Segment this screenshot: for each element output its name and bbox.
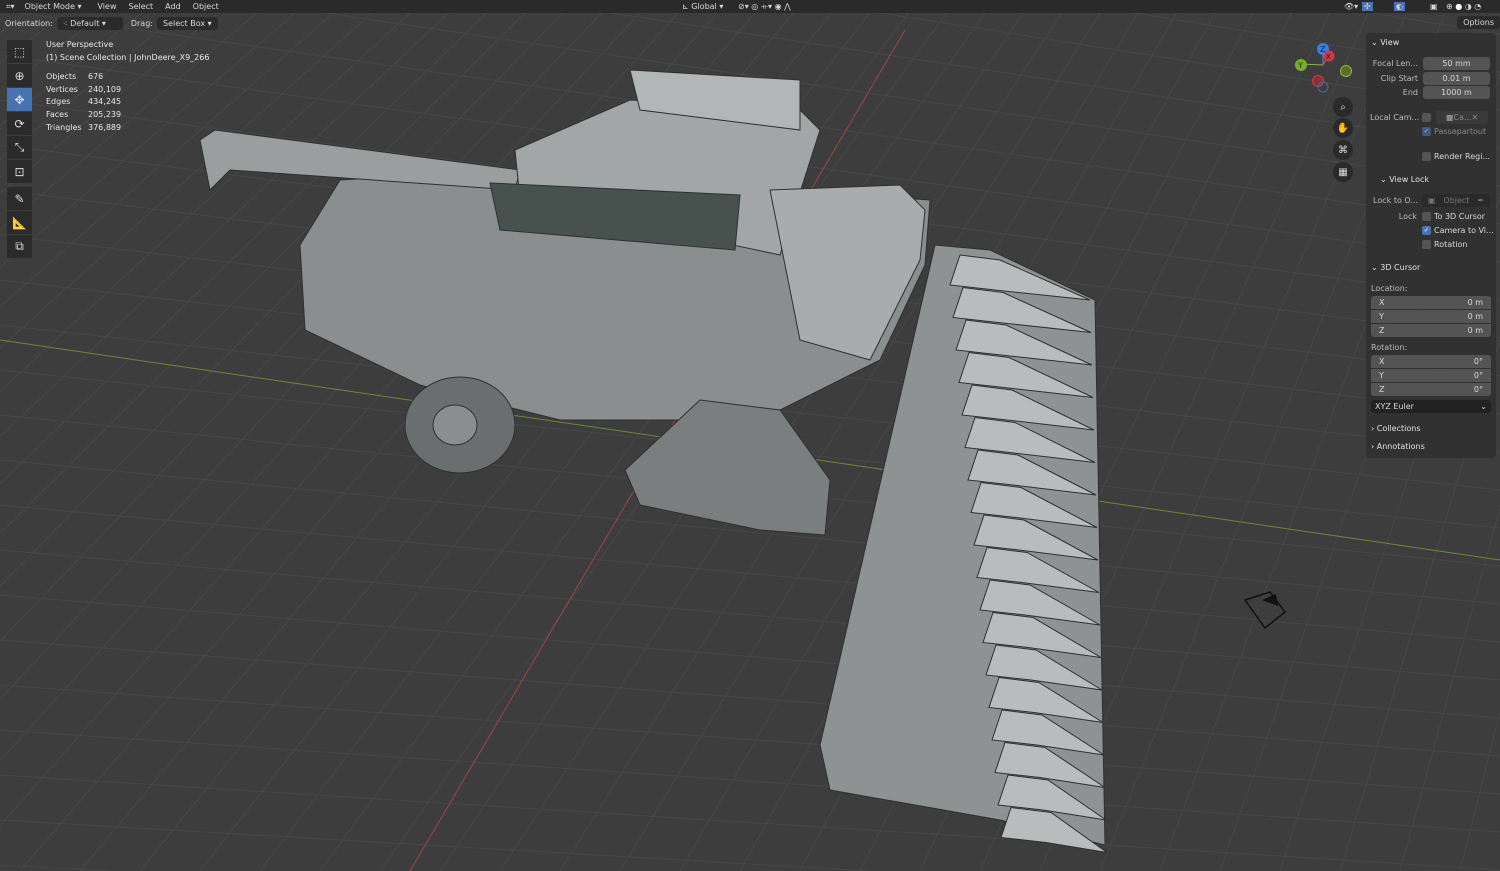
header-bar: ⌗▾ Object Mode ▾ View Select Add Object …	[0, 0, 1500, 13]
menu-add[interactable]: Add	[159, 2, 187, 11]
local-camera-label: Local Cam...	[1370, 113, 1420, 122]
clip-end-field[interactable]: 1000 m	[1423, 86, 1490, 99]
grid-line	[1399, 507, 1500, 871]
orientation-label: Orientation:	[5, 18, 53, 28]
stat-label: Vertices	[46, 84, 78, 94]
stat-label: Triangles	[46, 122, 82, 132]
3d-cursor-header[interactable]: ⌄ 3D Cursor	[1371, 263, 1420, 272]
lock-rotation-label: Rotation	[1434, 240, 1468, 249]
tool-shelf: ⬚ ⊕ ✥ ⟳ ⤡ ⊡ ✎ 📐 ⧉	[7, 40, 33, 259]
visibility-icon[interactable]: 👁▾	[1338, 2, 1364, 11]
cursor-tool-icon[interactable]: ⊕	[7, 64, 32, 87]
grid-line	[0, 774, 1500, 871]
annotate-tool-icon[interactable]: ✎	[7, 187, 32, 210]
cursor-loc-z-field[interactable]: Z0 m	[1371, 324, 1491, 337]
menu-view[interactable]: View	[92, 2, 123, 11]
perspective-toggle-icon[interactable]: ▦	[1333, 162, 1353, 182]
grid-line	[0, 594, 1500, 719]
lock-to-object-field[interactable]: ▣ Object ✒	[1422, 194, 1490, 207]
stat-label: Faces	[46, 109, 69, 119]
location-label: Location:	[1371, 284, 1408, 293]
harvester-model[interactable]	[199, 69, 1108, 853]
zoom-icon[interactable]: ⌕	[1333, 97, 1353, 117]
stat-value: 676	[88, 72, 104, 82]
render-region-label: Render Regi...	[1434, 152, 1491, 161]
grid-line	[0, 684, 1500, 795]
scene-stats: Objects 676 Vertices 240,109 Edges 434,245 …	[46, 71, 209, 134]
camera-view-icon[interactable]: ⌘	[1333, 140, 1353, 160]
gizmo-toggle-icon[interactable]: ✣	[1362, 2, 1373, 11]
scale-tool-icon[interactable]: ⤡	[7, 136, 32, 159]
stat-value: 376,889	[88, 122, 122, 132]
tool-settings-bar: Orientation: ⁖ Default ▾ Drag: Select Bo…	[0, 14, 1500, 32]
stat-value: 205,239	[88, 109, 122, 119]
gizmo-y-label: Y	[1297, 61, 1303, 70]
menu-select[interactable]: Select	[122, 2, 159, 11]
stat-value: 434,245	[88, 97, 122, 107]
overlay-toggle-icon[interactable]: ◐	[1394, 2, 1405, 11]
view-name: User Perspective	[46, 40, 114, 49]
collections-header[interactable]: › Collections	[1371, 424, 1421, 433]
passepartout-checkbox[interactable]: ✓	[1422, 127, 1431, 136]
sidebar-view-panel: ⌄ View Focal Len... 50 mm Clip Start 0.01 …	[1366, 33, 1496, 458]
render-region-checkbox[interactable]	[1422, 152, 1431, 161]
grid-line	[0, 819, 870, 871]
3d-viewport[interactable]	[0, 0, 1500, 871]
focal-length-label: Focal Len...	[1372, 59, 1418, 68]
rotate-tool-icon[interactable]: ⟳	[7, 112, 32, 135]
cursor-rot-x-field[interactable]: X 0°	[1371, 355, 1491, 368]
grid-line	[0, 729, 1500, 833]
stat-value: 240,109	[88, 84, 122, 94]
add-cube-tool-icon[interactable]: ⧉	[7, 235, 32, 258]
grid-line	[0, 864, 112, 871]
cursor-loc-y-field[interactable]: Y0 m	[1371, 310, 1491, 323]
grid-line	[0, 639, 1500, 757]
measure-tool-icon[interactable]: 📐	[7, 211, 32, 234]
shading-modes[interactable]: ⊕ ● ◑ ◔	[1440, 2, 1487, 11]
passepartout-label: Passepartout	[1434, 127, 1487, 136]
editor-type-icon[interactable]: ⌗▾	[0, 2, 21, 12]
select-box-tool-icon[interactable]: ⬚	[7, 40, 32, 63]
collection-name: (1) Scene Collection | JohnDeere_X9_266	[46, 52, 210, 62]
local-camera-field[interactable]: ■ Ca... ✕	[1436, 111, 1488, 124]
mode-select[interactable]: Object Mode ▾	[20, 2, 86, 11]
view-section-header[interactable]: ⌄ View	[1371, 38, 1399, 47]
viewport-overlay-text: User Perspective (1) Scene Collection | …	[46, 39, 209, 134]
drag-select[interactable]: Select Box ▾	[156, 16, 218, 30]
navigation-gizmo[interactable]: Z X Y	[1290, 40, 1360, 95]
camera-object-triangle	[1262, 594, 1278, 606]
transform-tool-icon[interactable]: ⊡	[7, 160, 32, 183]
cursor-loc-x-field[interactable]: X0 m	[1371, 296, 1491, 309]
annotations-header[interactable]: › Annotations	[1371, 442, 1425, 451]
clip-end-label: End	[1402, 88, 1418, 97]
menu-object[interactable]: Object	[187, 2, 225, 11]
lock-to-object-label: Lock to O...	[1373, 196, 1418, 205]
gizmo-x-label: X	[1326, 53, 1331, 61]
rotation-mode-select[interactable]: XYZ Euler ⌄	[1371, 400, 1491, 413]
rotation-label: Rotation:	[1371, 343, 1408, 352]
view-lock-header[interactable]: ⌄ View Lock	[1380, 175, 1429, 184]
lock-label: Lock	[1398, 212, 1417, 221]
transform-orientation[interactable]: ⊾ Global ▾	[676, 2, 729, 11]
local-camera-checkbox[interactable]	[1422, 113, 1431, 122]
pivot-icon[interactable]: ⊘▾ ◎ ⟛▾ ◉ ⋀	[732, 2, 797, 12]
drag-label: Drag:	[130, 18, 153, 28]
focal-length-field[interactable]: 50 mm	[1423, 57, 1490, 70]
camera-object[interactable]	[1243, 591, 1287, 630]
clip-start-field[interactable]: 0.01 m	[1423, 72, 1490, 85]
lock-rotation-checkbox[interactable]	[1422, 240, 1431, 249]
orientation-select[interactable]: ⁖ Default ▾	[56, 16, 123, 30]
cursor-rot-z-field[interactable]: Z 0°	[1371, 383, 1491, 396]
options-button[interactable]: Options	[1457, 16, 1500, 29]
pan-hand-icon[interactable]: ✋	[1333, 118, 1353, 138]
stat-label: Objects	[46, 72, 77, 82]
camera-to-view-label: Camera to Vi...	[1434, 226, 1494, 235]
clip-start-label: Clip Start	[1380, 74, 1418, 83]
to-3d-cursor-label: To 3D Cursor	[1434, 212, 1486, 221]
stat-label: Edges	[46, 97, 71, 107]
to-3d-cursor-checkbox[interactable]	[1422, 212, 1431, 221]
camera-to-view-checkbox[interactable]: ✓	[1422, 226, 1431, 235]
cursor-rot-y-field[interactable]: Y 0°	[1371, 369, 1491, 382]
move-tool-icon[interactable]: ✥	[7, 88, 32, 111]
